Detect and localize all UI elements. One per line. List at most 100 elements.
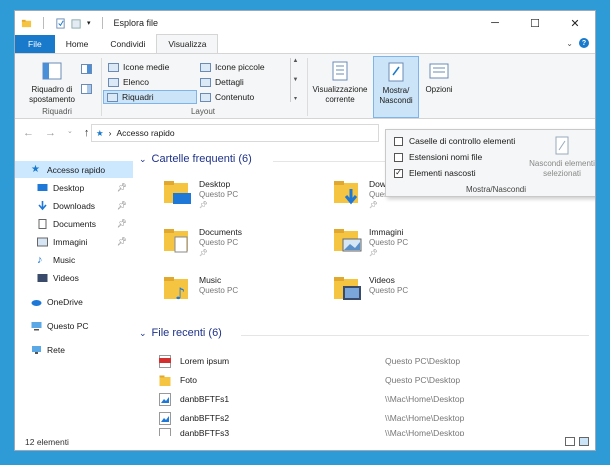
layout-small-icons[interactable]: Icone piccole <box>197 60 268 74</box>
sidebar-item-quick-access[interactable]: ★ Accesso rapido <box>15 161 133 178</box>
customize-toolbar-icon[interactable]: ▾ <box>87 19 91 27</box>
sidebar-item-videos[interactable]: Videos <box>15 269 133 286</box>
folder-name: Immagini <box>369 227 404 237</box>
checkbox[interactable] <box>394 136 403 146</box>
layout-tiles[interactable]: Riquadri <box>103 90 197 104</box>
folder-tile[interactable]: Desktop Questo PC 📌︎ <box>163 177 323 217</box>
layout-details[interactable]: Dettagli <box>197 75 247 89</box>
folder-tile[interactable]: ♪ Music Questo PC <box>163 273 323 313</box>
scroll-up-icon[interactable]: ▲ <box>293 58 299 64</box>
pin-icon[interactable]: 📌︎ <box>117 201 127 210</box>
folder-location: Questo PC <box>369 286 409 295</box>
divider <box>101 58 102 116</box>
navigation-pane-button[interactable]: Riquadro di spostamento <box>21 60 83 105</box>
layout-list[interactable]: Elenco <box>105 75 152 89</box>
tab-share[interactable]: Condividi <box>99 35 156 53</box>
checkbox-item-checkboxes[interactable]: Caselle di controllo elementi <box>394 136 515 146</box>
image-file-icon <box>159 411 171 425</box>
pin-icon[interactable]: 📌︎ <box>199 201 208 209</box>
layout-medium-icons[interactable]: Icone medie <box>105 60 172 74</box>
sidebar-item-desktop[interactable]: Desktop 📌︎ <box>15 179 133 196</box>
desktop-icon <box>37 183 48 191</box>
sidebar-item-onedrive[interactable]: OneDrive <box>15 293 133 310</box>
more-icon[interactable]: ▾ <box>294 95 297 102</box>
folder-name: Desktop <box>199 179 231 189</box>
tab-home[interactable]: Home <box>55 35 100 53</box>
maximize-button[interactable]: ☐ <box>515 11 555 35</box>
folder-tile[interactable]: Immagini Questo PC 📌︎ <box>333 225 493 265</box>
sidebar-item-music[interactable]: ♪ Music <box>15 251 133 268</box>
folder-app-icon <box>21 19 32 27</box>
download-icon <box>38 200 47 210</box>
image-file-icon <box>159 392 171 406</box>
large-icons-view-icon[interactable] <box>579 437 589 446</box>
preview-pane-icon[interactable] <box>81 64 92 74</box>
videos-folder-icon <box>334 277 361 300</box>
sidebar-item-downloads[interactable]: Downloads 📌︎ <box>15 197 133 214</box>
details-view-icon[interactable] <box>565 437 575 446</box>
sidebar-item-this-pc[interactable]: Questo PC <box>15 317 133 334</box>
sidebar-item-network[interactable]: Rete <box>15 341 133 358</box>
back-icon[interactable]: ← <box>23 127 34 139</box>
layout-scroller[interactable]: ▲ ▼ ▾ <box>290 58 300 102</box>
collapse-ribbon-icon[interactable]: ⌄ <box>566 39 573 48</box>
pin-icon[interactable]: 📌︎ <box>117 237 127 246</box>
pdf-icon <box>159 354 171 368</box>
file-name: danbBFTFs1 <box>180 394 230 404</box>
pin-icon[interactable]: 📌︎ <box>117 183 127 192</box>
layout-content[interactable]: Contenuto <box>197 90 257 104</box>
recent-locations-icon[interactable]: ⌄ <box>67 127 73 139</box>
pin-icon[interactable]: 📌︎ <box>199 249 208 257</box>
explorer-window: ▾ Esplora file ─ ☐ ✕ File Home Condividi… <box>14 10 596 451</box>
section-header-recent[interactable]: ⌄ File recenti (6) <box>139 327 222 339</box>
folder-tile[interactable]: Documents Questo PC 📌︎ <box>163 225 323 265</box>
list-item[interactable]: Foto Questo PC\Desktop <box>159 371 579 389</box>
new-folder-icon[interactable] <box>71 18 82 29</box>
list-item[interactable]: danbBFTFs2 \\Mac\Home\Desktop <box>159 409 579 427</box>
list-item[interactable]: Lorem ipsum Questo PC\Desktop <box>159 352 579 370</box>
document-icon <box>38 218 47 229</box>
folder-name: Music <box>199 275 222 285</box>
properties-icon[interactable] <box>55 17 66 29</box>
folder-tile[interactable]: Videos Questo PC <box>333 273 493 313</box>
section-header-frequent[interactable]: ⌄ Cartelle frequenti (6) <box>139 153 252 165</box>
options-button[interactable]: Opzioni <box>423 60 455 95</box>
sidebar-item-pictures[interactable]: Immagini 📌︎ <box>15 233 133 250</box>
help-icon[interactable]: ? <box>579 38 589 48</box>
divider <box>101 17 103 29</box>
video-icon <box>37 273 48 282</box>
address-bar[interactable]: ★ › Accesso rapido <box>91 124 379 142</box>
forward-icon[interactable]: → <box>45 127 56 139</box>
small-icons-icon <box>200 62 211 72</box>
layout-label: Icone piccole <box>215 62 265 72</box>
sidebar-item-label: Music <box>53 254 76 265</box>
up-icon[interactable]: ↑ <box>84 127 90 139</box>
hide-selected-button[interactable]: Nascondi elementi selezionati <box>522 136 595 179</box>
details-pane-icon[interactable] <box>81 84 92 94</box>
current-view-button[interactable]: Visualizzazione corrente <box>309 60 371 105</box>
checkbox[interactable] <box>394 152 403 162</box>
show-hide-button[interactable]: Mostra/ Nascondi <box>373 56 419 118</box>
sidebar-item-label: Rete <box>47 344 65 355</box>
pin-icon[interactable]: 📌︎ <box>117 219 127 228</box>
checkbox-item-extensions[interactable]: Estensioni nomi file <box>394 152 482 162</box>
navigation-pane-label: Riquadro di spostamento <box>29 85 75 104</box>
title-bar: ▾ Esplora file ─ ☐ ✕ <box>15 11 595 35</box>
hide-selected-label: Nascondi elementi selezionati <box>529 159 595 178</box>
pin-icon[interactable]: 📌︎ <box>369 201 378 209</box>
scroll-down-icon[interactable]: ▼ <box>293 77 299 83</box>
pin-icon[interactable]: 📌︎ <box>369 249 378 257</box>
checkbox-checked[interactable]: ✓ <box>394 168 403 178</box>
music-folder-icon: ♪ <box>164 277 188 301</box>
medium-icons-icon <box>108 62 119 72</box>
minimize-button[interactable]: ─ <box>475 11 515 35</box>
star-icon: ★ <box>31 163 40 175</box>
tab-file[interactable]: File <box>15 35 55 53</box>
list-item[interactable]: danbBFTFs1 \\Mac\Home\Desktop <box>159 390 579 408</box>
sidebar-item-documents[interactable]: Documents 📌︎ <box>15 215 133 232</box>
close-button[interactable]: ✕ <box>555 11 595 35</box>
tiles-icon <box>107 92 118 102</box>
tab-view[interactable]: Visualizza <box>156 34 219 53</box>
file-path: \\Mac\Home\Desktop <box>385 413 465 423</box>
checkbox-item-hidden[interactable]: ✓ Elementi nascosti <box>394 168 476 178</box>
